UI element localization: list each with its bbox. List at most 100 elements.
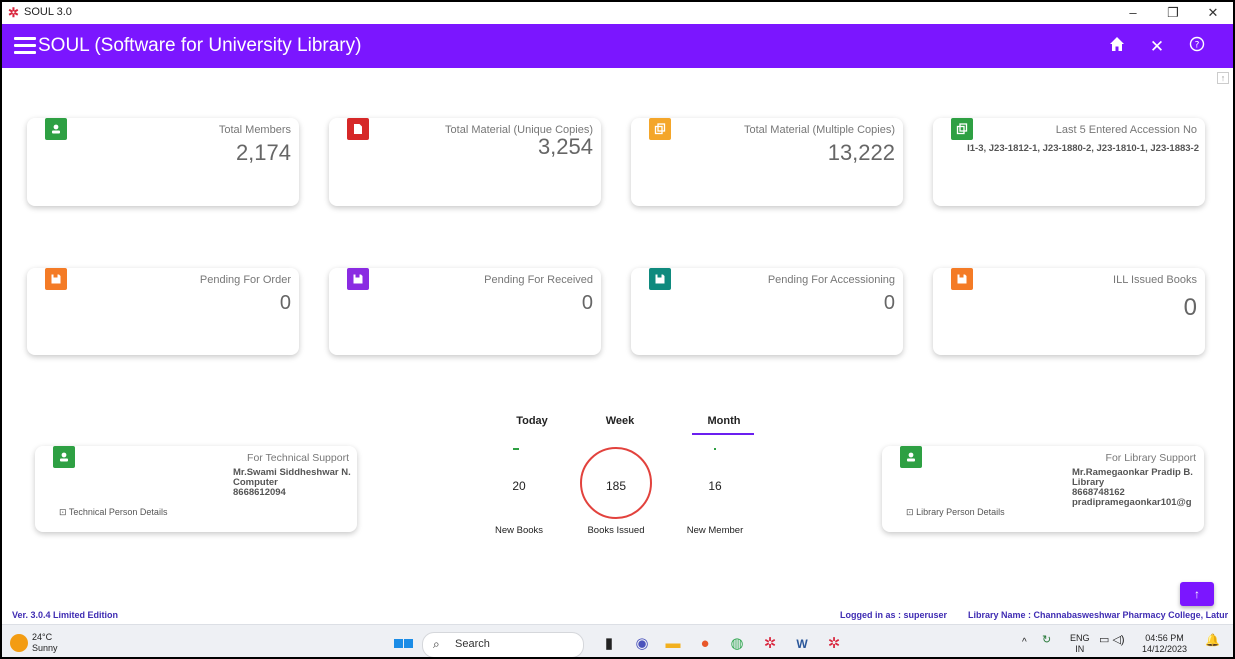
word-icon[interactable]: W [791, 633, 813, 655]
stats-tabs: Today Week Month [492, 415, 762, 437]
card-value: 2,174 [235, 140, 291, 165]
weather-temp: 24°C [32, 632, 53, 642]
card-label: For Technical Support [247, 452, 349, 464]
display-volume-icon[interactable]: ▭ ◁) [1099, 635, 1125, 646]
technical-person-details-link[interactable]: ⊡ Technical Person Details [59, 507, 167, 518]
svg-text:?: ? [1195, 41, 1200, 51]
card-library-support[interactable]: For Library Support Mr.Ramegaonkar Pradi… [882, 446, 1204, 532]
close-icon[interactable]: ✕ [1146, 36, 1168, 58]
lang-secondary: IN [1075, 644, 1085, 654]
tab-week[interactable]: Week [580, 415, 660, 427]
window-titlebar: ✲ SOUL 3.0 – ❐ ✕ [2, 2, 1233, 25]
window-title: SOUL 3.0 [24, 6, 72, 18]
books-issued-count: 185 [605, 479, 627, 493]
new-books-progress-arc [513, 448, 519, 450]
card-label: Pending For Accessioning [767, 274, 895, 286]
restore-button[interactable]: ❐ [1153, 2, 1193, 24]
card-value: 0 [279, 292, 291, 314]
tech-contact: Mr.Swami Siddheshwar N. Computer 8668612… [233, 468, 351, 498]
card-pending-accessioning[interactable]: Pending For Accessioning 0 [631, 268, 903, 355]
new-member-progress-arc [714, 448, 716, 450]
new-member-label: New Member [686, 525, 744, 536]
library-name-label: Library Name : Channabasweshwar Pharmacy… [968, 610, 1229, 620]
card-label: For Library Support [1105, 452, 1196, 464]
hamburger-menu-icon[interactable] [14, 37, 36, 55]
card-total-material-unique[interactable]: Total Material (Unique Copies) 3,254 [329, 118, 601, 206]
chrome-icon[interactable]: ◍ [726, 633, 748, 655]
library-person-details-link[interactable]: ⊡ Library Person Details [906, 507, 1005, 518]
card-pending-order[interactable]: Pending For Order 0 [27, 268, 299, 355]
weather-condition: Sunny [32, 643, 58, 653]
card-technical-support[interactable]: For Technical Support Mr.Swami Siddheshw… [35, 446, 357, 532]
status-bar: Ver. 3.0.4 Limited Edition Logged in as … [2, 608, 1233, 622]
library-email: pradipramegaonkar101@g [1072, 497, 1192, 508]
search-icon: ⌕ [433, 637, 440, 651]
clock-time: 04:56 PM [1145, 633, 1184, 643]
home-icon[interactable] [1106, 36, 1128, 58]
soul-logo-icon: ✲ [8, 5, 19, 20]
link-label: Technical Person Details [68, 507, 168, 517]
tech-phone: 8668612094 [233, 487, 286, 498]
task-view-icon[interactable]: ▮ [598, 633, 620, 655]
accession-list: I1-3, J23-1812-1, J23-1880-2, J23-1810-1… [967, 143, 1199, 154]
save-icon [649, 268, 671, 290]
person-icon [53, 446, 75, 468]
file-explorer-icon[interactable]: ▬ [662, 633, 684, 655]
save-icon [347, 268, 369, 290]
card-value: 0 [581, 292, 593, 314]
minimize-button[interactable]: – [1113, 2, 1153, 24]
lang-primary: ENG [1070, 633, 1090, 643]
chevron-up-icon[interactable]: ^ [1022, 637, 1027, 648]
search-placeholder: Search [455, 638, 490, 650]
copy-icon [951, 118, 973, 140]
card-label: Last 5 Entered Accession No [1055, 124, 1197, 136]
card-label: Total Members [218, 124, 291, 136]
save-icon [45, 268, 67, 290]
person-icon [45, 118, 67, 140]
firefox-icon[interactable]: ● [694, 633, 716, 655]
card-value: 0 [1183, 294, 1197, 321]
help-icon[interactable]: ? [1186, 36, 1208, 58]
clock-date: 14/12/2023 [1142, 644, 1188, 654]
weather-sun-icon[interactable] [10, 634, 28, 652]
arrow-up-icon: ↑ [1194, 587, 1200, 601]
copy-icon [649, 118, 671, 140]
active-tab-indicator [692, 433, 754, 435]
notification-bell-icon[interactable]: 🔔 [1205, 634, 1220, 646]
card-label: ILL Issued Books [1113, 274, 1197, 286]
card-total-members[interactable]: Total Members 2,174 [27, 118, 299, 206]
os-taskbar: 24°C Sunny ⌕ Search ▮ ◉ ▬ ● ◍ ✲ W ✲ ^ ↻ … [2, 624, 1233, 657]
teams-chat-icon[interactable]: ◉ [631, 633, 653, 655]
scroll-up-arrow-icon[interactable]: ↑ [1217, 72, 1229, 84]
books-issued-label: Books Issued [587, 525, 645, 536]
card-value: 3,254 [537, 134, 593, 159]
network-icon[interactable]: ↻ [1042, 635, 1051, 646]
clock[interactable]: 04:56 PM 14/12/2023 [1142, 633, 1187, 655]
file-icon [347, 118, 369, 140]
card-label: Pending For Order [199, 274, 291, 286]
weather-widget[interactable]: 24°C Sunny [32, 632, 58, 654]
library-contact: Mr.Ramegaonkar Pradip B. Library 8668748… [1072, 468, 1193, 508]
close-window-button[interactable]: ✕ [1193, 2, 1233, 24]
version-label: Ver. 3.0.4 Limited Edition [12, 610, 119, 620]
scroll-top-button[interactable]: ↑ [1180, 582, 1214, 606]
card-label: Total Material (Multiple Copies) [744, 124, 895, 136]
card-pending-received[interactable]: Pending For Received 0 [329, 268, 601, 355]
card-ill-issued[interactable]: ILL Issued Books 0 [933, 268, 1205, 355]
tab-today[interactable]: Today [492, 415, 572, 427]
windows-start-icon[interactable] [392, 633, 414, 655]
card-last-accession[interactable]: Last 5 Entered Accession No I1-3, J23-18… [933, 118, 1205, 206]
save-icon [951, 268, 973, 290]
card-value: 13,222 [827, 140, 895, 165]
tab-month[interactable]: Month [684, 415, 764, 427]
card-total-material-multiple[interactable]: Total Material (Multiple Copies) 13,222 [631, 118, 903, 206]
taskbar-search-input[interactable]: ⌕ Search [422, 632, 584, 657]
app-header: SOUL (Software for University Library) ✕… [2, 24, 1233, 68]
new-member-count: 16 [708, 479, 722, 493]
app-window: ✲ SOUL 3.0 – ❐ ✕ SOUL (Software for Univ… [0, 0, 1235, 659]
soul-app-icon[interactable]: ✲ [759, 633, 781, 655]
soul-active-app-icon[interactable]: ✲ [823, 633, 845, 655]
link-label: Library Person Details [916, 507, 1005, 517]
language-indicator[interactable]: ENG IN [1070, 633, 1090, 655]
new-books-count: 20 [512, 479, 526, 493]
